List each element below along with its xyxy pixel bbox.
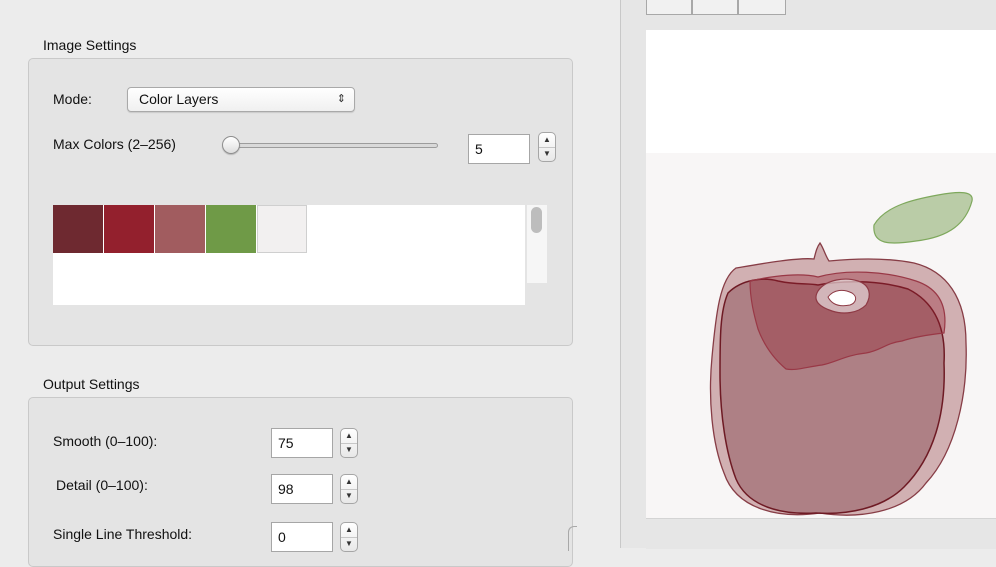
palette-swatch[interactable]	[53, 205, 103, 253]
palette-swatch[interactable]	[257, 205, 307, 253]
single-line-threshold-label: Single Line Threshold:	[53, 526, 193, 542]
preview-canvas-footer	[646, 518, 996, 549]
max-colors-slider-knob[interactable]	[221, 136, 240, 154]
triangle-up-icon[interactable]: ▲	[539, 133, 555, 148]
mode-value: Color Layers	[139, 91, 219, 107]
detail-stepper[interactable]: ▲ ▼	[340, 474, 358, 504]
palette-swatch[interactable]	[155, 205, 205, 253]
settings-panel: Image Settings Mode: Color Layers ⇕ Max …	[0, 0, 620, 567]
palette-swatch[interactable]	[104, 205, 154, 253]
preview-canvas[interactable]	[646, 153, 996, 518]
detail-label: Detail (0–100):	[56, 477, 148, 493]
max-colors-slider-track[interactable]	[226, 143, 438, 148]
view-tab[interactable]	[646, 0, 692, 15]
triangle-up-icon[interactable]: ▲	[341, 475, 357, 490]
smooth-stepper[interactable]: ▲ ▼	[340, 428, 358, 458]
smooth-field[interactable]: 75	[271, 428, 333, 458]
color-palette-list[interactable]	[53, 205, 525, 305]
detail-field[interactable]: 98	[271, 474, 333, 504]
mode-popup[interactable]: Color Layers ⇕	[127, 87, 355, 112]
triangle-up-icon[interactable]: ▲	[341, 523, 357, 538]
mode-label: Mode:	[53, 91, 92, 107]
triangle-down-icon[interactable]: ▼	[539, 147, 555, 161]
max-colors-field[interactable]: 5	[468, 134, 530, 164]
image-settings-title: Image Settings	[43, 37, 137, 53]
output-settings-title: Output Settings	[43, 376, 140, 392]
smooth-label: Smooth (0–100):	[53, 433, 158, 449]
palette-scroll-thumb[interactable]	[531, 207, 542, 233]
triangle-up-icon[interactable]: ▲	[341, 429, 357, 444]
leaf-shape	[873, 191, 973, 244]
up-down-chevron-icon: ⇕	[336, 93, 346, 105]
view-tab[interactable]	[692, 0, 738, 15]
triangle-down-icon[interactable]: ▼	[341, 443, 357, 457]
preview-canvas-top	[646, 30, 996, 153]
triangle-down-icon[interactable]: ▼	[341, 537, 357, 551]
view-tab[interactable]	[738, 0, 786, 15]
triangle-down-icon[interactable]: ▼	[341, 489, 357, 503]
panel-edge	[568, 526, 577, 551]
apple-vector-preview	[709, 191, 973, 516]
palette-swatch[interactable]	[206, 205, 256, 253]
max-colors-stepper[interactable]: ▲ ▼	[538, 132, 556, 162]
max-colors-label: Max Colors (2–256)	[53, 136, 176, 152]
